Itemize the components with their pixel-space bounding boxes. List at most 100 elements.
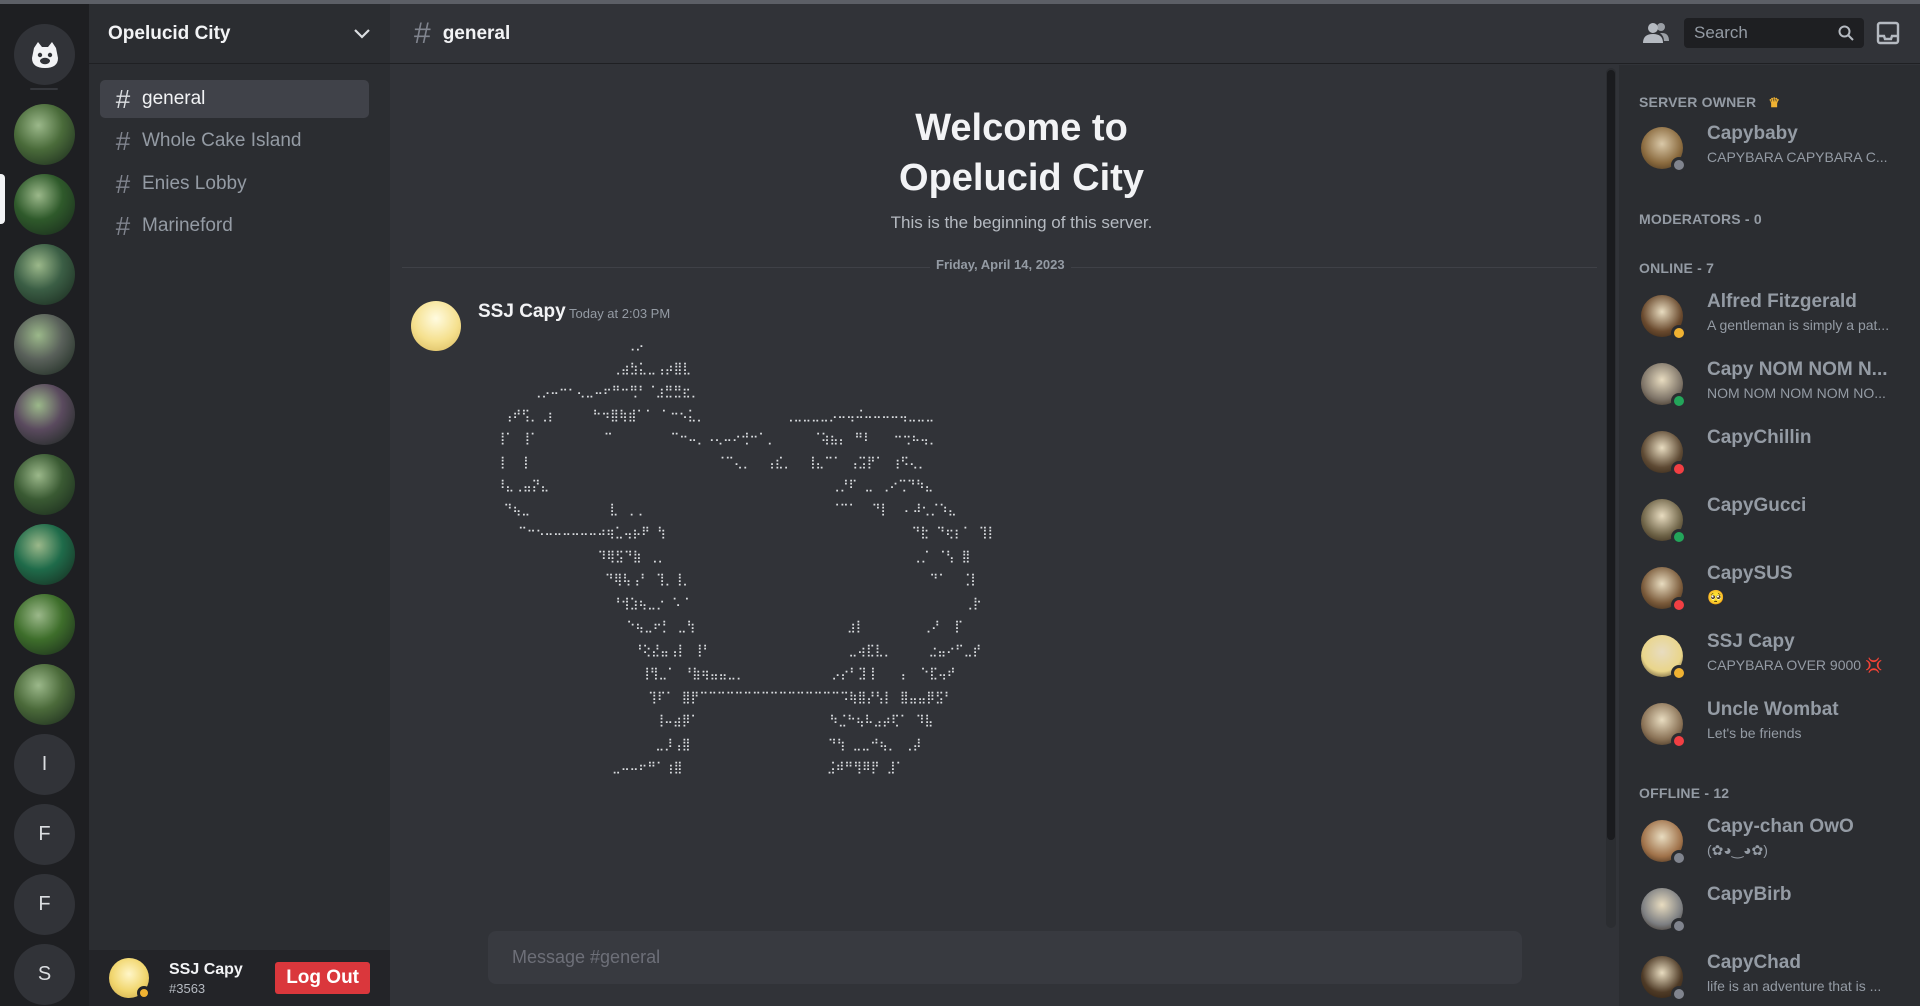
capybara-logo-icon xyxy=(31,41,58,68)
member-name: Capybaby xyxy=(1707,123,1798,144)
member-item[interactable]: Uncle Wombat Let's be friends xyxy=(1641,697,1913,753)
chevron-down-icon[interactable] xyxy=(353,28,371,40)
server-icon[interactable] xyxy=(14,664,75,725)
status-indicator xyxy=(1671,157,1687,173)
member-name: Capy-chan OwO xyxy=(1707,816,1854,837)
search-icon xyxy=(1838,25,1854,41)
channel-label: Marineford xyxy=(142,215,233,236)
member-item[interactable]: Capy NOM NOM N... NOM NOM NOM NOM NO... xyxy=(1641,357,1913,413)
offline-status-icon xyxy=(1671,986,1687,1002)
section-header-online: ONLINE - 7 xyxy=(1639,260,1715,276)
member-status-text: (✿◕‿◕✿) xyxy=(1707,842,1768,858)
section-header-offline: OFFLINE - 12 xyxy=(1639,785,1730,801)
hashtag-icon: # xyxy=(115,210,131,241)
channel-title: general xyxy=(442,22,511,44)
welcome-title-line1: Welcome to xyxy=(915,107,1128,149)
online-status-icon xyxy=(1671,529,1687,545)
hashtag-icon: # xyxy=(115,83,131,114)
member-item[interactable]: CapyChillin xyxy=(1641,425,1913,481)
user-tag: #3563 xyxy=(169,980,206,996)
hashtag-icon: # xyxy=(115,125,131,156)
message-input[interactable] xyxy=(512,947,1498,968)
online-status-icon xyxy=(1671,393,1687,409)
member-name: CapyBirb xyxy=(1707,884,1792,905)
dnd-status-icon xyxy=(1671,597,1687,613)
message-composer[interactable] xyxy=(488,931,1522,984)
avatar[interactable] xyxy=(109,958,151,1000)
inbox-icon[interactable] xyxy=(1876,21,1900,45)
server-icon[interactable] xyxy=(14,104,75,165)
channel-whole-cake-island[interactable]: # Whole Cake Island xyxy=(100,122,369,160)
date-divider-label: Friday, April 14, 2023 xyxy=(930,257,1071,272)
idle-status-icon xyxy=(1671,325,1687,341)
welcome-title-line2: Opelucid City xyxy=(899,157,1144,199)
member-item[interactable]: CapyChad life is an adventure that is ... xyxy=(1641,950,1913,1006)
member-item[interactable]: Alfred Fitzgerald A gentleman is simply a… xyxy=(1641,289,1913,345)
member-item[interactable]: CapyGucci xyxy=(1641,493,1913,549)
member-owner[interactable]: Capybaby CAPYBARA CAPYBARA C... xyxy=(1641,121,1913,177)
member-name: CapyChillin xyxy=(1707,427,1812,448)
server-icon-letter[interactable]: F xyxy=(14,804,75,865)
member-item[interactable]: CapyBirb xyxy=(1641,882,1913,938)
server-icon[interactable] xyxy=(14,524,75,585)
avatar[interactable] xyxy=(411,301,461,351)
member-name: Alfred Fitzgerald xyxy=(1707,291,1857,312)
user-panel: SSJ Capy #3563 Log Out xyxy=(89,950,390,1006)
channel-label: Enies Lobby xyxy=(142,173,247,194)
member-name: Uncle Wombat xyxy=(1707,699,1839,720)
server-icon-letter[interactable]: S xyxy=(14,944,75,1005)
server-icon[interactable] xyxy=(14,174,75,235)
dnd-status-icon xyxy=(1671,461,1687,477)
offline-status-icon xyxy=(1671,918,1687,934)
member-status-text: A gentleman is simply a pat... xyxy=(1707,317,1890,333)
message-timestamp: Today at 2:03 PM xyxy=(569,306,671,321)
hashtag-icon: # xyxy=(414,16,431,50)
message-area: Welcome to Opelucid City This is the beg… xyxy=(390,65,1620,1006)
member-status-text: Let's be friends xyxy=(1707,725,1802,741)
server-rail: I F F S xyxy=(0,4,89,1006)
channel-marineford[interactable]: # Marineford xyxy=(100,207,369,245)
section-header-owner: SERVER OWNER ♛ xyxy=(1639,94,1781,110)
search-input[interactable] xyxy=(1694,23,1838,43)
welcome-block: Welcome to Opelucid City This is the beg… xyxy=(390,103,1620,233)
member-name: SSJ Capy xyxy=(1707,631,1795,652)
server-header[interactable]: Opelucid City xyxy=(89,4,390,64)
logout-button[interactable]: Log Out xyxy=(275,962,370,994)
member-item[interactable]: CapySUS 🥺 xyxy=(1641,561,1913,617)
home-button[interactable] xyxy=(14,24,75,85)
server-icon[interactable] xyxy=(14,454,75,515)
channel-enies-lobby[interactable]: # Enies Lobby xyxy=(100,165,369,203)
ascii-art-message: ⢀⡠ ⢀⣴⣳⣅⣀⢠⡴⣿⣇ ⢀⡠⠤⠒⠂⢄⣀⠤⠖⠛⠒⢛⠃⠈⣰⣛⣛⣖⡀ ⢠⠞⢫⡀⢀⡆ … xyxy=(496,337,997,774)
member-item[interactable]: SSJ Capy CAPYBARA OVER 9000 💢 xyxy=(1641,629,1913,685)
scrollbar-thumb[interactable] xyxy=(1607,70,1615,840)
member-status-text: NOM NOM NOM NOM NO... xyxy=(1707,385,1886,401)
rail-separator xyxy=(30,88,58,90)
hashtag-icon: # xyxy=(115,168,131,199)
member-item[interactable]: Capy-chan OwO (✿◕‿◕✿) xyxy=(1641,814,1913,870)
member-status-text: 🥺 xyxy=(1707,589,1725,605)
member-name: CapySUS xyxy=(1707,563,1793,584)
members-icon[interactable] xyxy=(1642,21,1670,45)
channel-general[interactable]: # general xyxy=(100,80,369,118)
server-name: Opelucid City xyxy=(108,22,231,44)
server-icon[interactable] xyxy=(14,594,75,655)
search-box[interactable] xyxy=(1684,18,1864,48)
server-icon-letter[interactable]: I xyxy=(14,734,75,795)
member-name: CapyChad xyxy=(1707,952,1801,973)
server-icon-letter[interactable]: F xyxy=(14,874,75,935)
message-author[interactable]: SSJ Capy xyxy=(478,301,566,323)
offline-status-icon xyxy=(1671,850,1687,866)
server-icon[interactable] xyxy=(14,314,75,375)
section-header-moderators: MODERATORS - 0 xyxy=(1639,211,1762,227)
channel-label: Whole Cake Island xyxy=(142,130,302,151)
server-icon[interactable] xyxy=(14,244,75,305)
server-icon[interactable] xyxy=(14,384,75,445)
member-name: CapyGucci xyxy=(1707,495,1807,516)
crown-icon: ♛ xyxy=(1768,95,1781,110)
dnd-status-icon xyxy=(1671,733,1687,749)
welcome-subtitle: This is the beginning of this server. xyxy=(890,213,1153,232)
channel-sidebar: Opelucid City # general # Whole Cake Isl… xyxy=(89,4,390,1006)
idle-status-icon xyxy=(1671,665,1687,681)
selected-server-indicator xyxy=(0,174,5,224)
member-status-text: CAPYBARA CAPYBARA C... xyxy=(1707,149,1888,165)
